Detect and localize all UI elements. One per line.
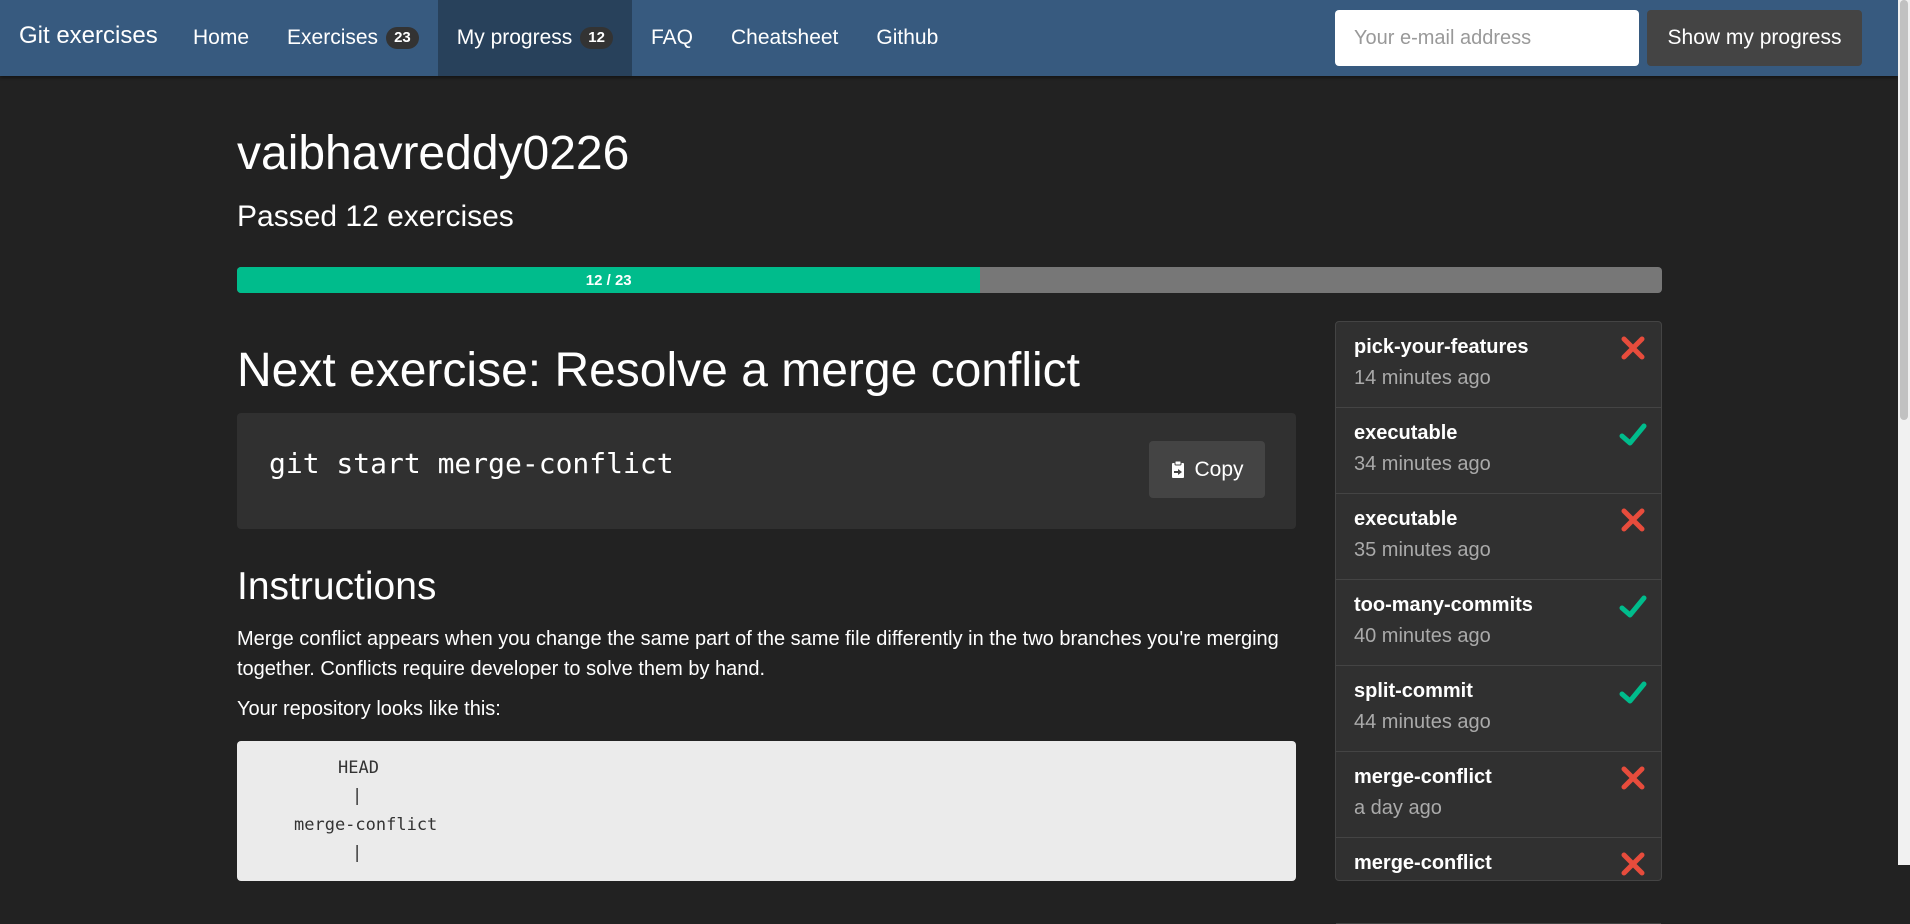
nav-home-label: Home: [193, 26, 250, 49]
repository-diagram: HEAD | merge-conflict |: [237, 741, 1296, 881]
cross-icon: [1621, 766, 1645, 790]
history-timestamp: 44 minutes ago: [1354, 711, 1491, 733]
username-heading: vaibhavreddy0226: [237, 127, 630, 180]
start-command: git start merge-conflict: [269, 447, 674, 480]
progress-label: 12 / 23: [585, 271, 632, 289]
nav-my-progress[interactable]: My progress 12: [437, 0, 632, 76]
history-item[interactable]: split-commit 44 minutes ago: [1336, 666, 1661, 752]
history-exercise-name: split-commit: [1354, 680, 1473, 702]
diagram-connector: |: [352, 843, 363, 863]
history-exercise-name: too-many-commits: [1354, 594, 1533, 616]
history-exercise-name: merge-conflict: [1354, 852, 1492, 874]
repository-intro-text: Your repository looks like this:: [237, 698, 501, 720]
command-box: git start merge-conflict Copy: [237, 413, 1296, 529]
nav-home[interactable]: Home: [174, 0, 268, 76]
progress-bar: 12 / 23: [237, 267, 1662, 293]
diagram-branch-label: merge-conflict: [294, 815, 438, 835]
history-timestamp: 34 minutes ago: [1354, 453, 1491, 475]
exercises-count-badge: 23: [386, 27, 419, 49]
history-item[interactable]: pick-your-features 14 minutes ago: [1336, 322, 1661, 408]
cross-icon: [1621, 852, 1645, 876]
show-my-progress-button[interactable]: Show my progress: [1647, 10, 1862, 66]
copy-button[interactable]: Copy: [1149, 441, 1265, 498]
check-icon: [1619, 681, 1647, 704]
diagram-head-label: HEAD: [338, 758, 379, 778]
scrollbar-thumb[interactable]: [1900, 0, 1908, 420]
history-timestamp: a day ago: [1354, 797, 1442, 819]
history-exercise-name: merge-conflict: [1354, 766, 1492, 788]
nav-cheatsheet-label: Cheatsheet: [730, 26, 839, 49]
nav-github[interactable]: Github: [857, 0, 957, 76]
history-item[interactable]: executable 35 minutes ago: [1336, 494, 1661, 580]
history-item[interactable]: too-many-commits 40 minutes ago: [1336, 580, 1661, 666]
history-timestamp: 35 minutes ago: [1354, 539, 1491, 561]
progress-count-badge: 12: [580, 27, 613, 49]
clipboard-icon: [1172, 460, 1185, 478]
check-icon: [1619, 595, 1647, 618]
instructions-heading: Instructions: [237, 565, 437, 608]
top-navbar: Git exercises Home Exercises 23 My progr…: [0, 0, 1898, 76]
history-item[interactable]: merge-conflict a day ago: [1336, 752, 1661, 838]
history-exercise-name: executable: [1354, 422, 1458, 444]
nav-faq[interactable]: FAQ: [632, 0, 712, 76]
attempt-history-list: pick-your-features 14 minutes ago executab…: [1335, 321, 1662, 924]
cross-icon: [1621, 336, 1645, 360]
copy-button-label: Copy: [1194, 457, 1244, 481]
history-exercise-name: executable: [1354, 508, 1458, 530]
history-item[interactable]: merge-conflict: [1336, 838, 1661, 924]
nav-menu: Home Exercises 23 My progress 12 FAQ Che…: [174, 0, 957, 76]
diagram-connector: |: [352, 786, 363, 806]
instructions-paragraph: Merge conflict appears when you change t…: [237, 628, 1279, 680]
check-icon: [1619, 423, 1647, 446]
history-timestamp: 40 minutes ago: [1354, 625, 1491, 647]
nav-exercises-label: Exercises: [287, 26, 379, 49]
passed-count-text: Passed 12 exercises: [237, 200, 514, 233]
nav-github-label: Github: [876, 26, 939, 49]
history-exercise-name: pick-your-features: [1354, 336, 1529, 358]
nav-my-progress-label: My progress: [456, 26, 573, 49]
nav-faq-label: FAQ: [650, 26, 693, 49]
progress-bar-fill: 12 / 23: [237, 267, 981, 293]
brand-link[interactable]: Git exercises: [19, 22, 158, 50]
history-item[interactable]: executable 34 minutes ago: [1336, 408, 1661, 494]
nav-cheatsheet[interactable]: Cheatsheet: [712, 0, 857, 76]
next-exercise-title: Next exercise: Resolve a merge conflict: [237, 344, 1080, 397]
nav-exercises[interactable]: Exercises 23: [268, 0, 438, 76]
email-input[interactable]: [1335, 10, 1639, 66]
page-scrollbar[interactable]: [1898, 0, 1910, 865]
cross-icon: [1621, 508, 1645, 532]
history-timestamp: 14 minutes ago: [1354, 367, 1491, 389]
